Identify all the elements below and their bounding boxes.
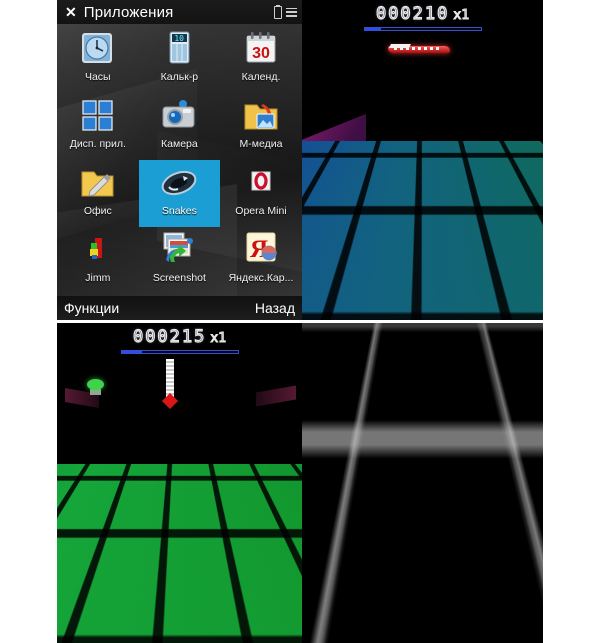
app-item-camera[interactable]: Камера [139, 93, 221, 160]
app-item-calendar[interactable]: 30 Календ. [220, 26, 302, 93]
app-item-snakes[interactable]: Snakes [138, 160, 221, 227]
total-score-block: Общий счет 000160 000160 [302, 323, 543, 643]
app-label: Яндекс.Кар... [228, 272, 294, 284]
gameplay-panel-blue: 000210 x1 [302, 0, 543, 320]
battery-icon [274, 4, 282, 19]
softkey-back[interactable]: Назад [255, 300, 295, 316]
multiplier-value: x1 [210, 330, 227, 346]
app-item-opera-mini[interactable]: Opera Mini [220, 160, 302, 227]
snakes-icon [159, 163, 199, 203]
total-score-label: Общий счет [391, 417, 454, 429]
calculator-icon: 10 [159, 29, 199, 69]
energy-bar-icon[interactable] [241, 622, 295, 636]
office-folder-icon [78, 163, 118, 203]
app-item-screenshot[interactable]: Screenshot [139, 227, 221, 294]
applications-header: ✕ Приложения [57, 0, 302, 24]
clock-button-icon[interactable] [64, 616, 84, 636]
yandex-maps-icon: Я [241, 230, 281, 270]
list-menu-icon[interactable] [286, 7, 297, 17]
opera-icon [241, 163, 281, 203]
close-icon[interactable]: ✕ [65, 5, 77, 19]
softkey-options[interactable]: Функции [64, 300, 119, 316]
player-marker [146, 479, 196, 643]
media-folder-icon [241, 96, 281, 136]
pickup-pod [87, 379, 104, 390]
app-item-calculator[interactable]: 10 Кальк-р [139, 26, 221, 93]
progress-bar [363, 27, 482, 31]
app-item-clock[interactable]: Часы [57, 26, 139, 93]
softkey-bar: Функции Назад [57, 296, 302, 320]
app-row: Jimm Screenshot Я Яндекс.Кар... [57, 227, 302, 294]
page-title: Приложения [83, 3, 174, 21]
multiplier-value: x1 [453, 7, 470, 23]
applications-grid: Часы 10 Кальк-р 30 Календ. Дисп. прил. К… [57, 26, 302, 294]
enemy-ship [388, 44, 450, 56]
app-label: Opera Mini [235, 205, 287, 217]
enemy-column [166, 359, 174, 397]
app-label: Snakes [161, 205, 197, 217]
game-hud: 000215 x1 [57, 326, 302, 354]
clock-icon [78, 29, 118, 69]
player-marker [395, 146, 436, 320]
app-row: Дисп. прил. Камера М-медиа [57, 93, 302, 160]
status-icons [274, 4, 297, 19]
score-value: 000210 [375, 3, 450, 24]
applications-panel: ✕ Приложения Часы 10 Кальк-р 30 Календ. … [57, 0, 302, 320]
app-manager-icon [78, 96, 118, 136]
app-item-app-manager[interactable]: Дисп. прил. [57, 93, 139, 160]
game-over-panel: Общий счет 000160 000160 [302, 323, 543, 643]
screenshot-icon [159, 230, 199, 270]
app-item-jimm[interactable]: Jimm [57, 227, 139, 294]
progress-bar [120, 350, 239, 354]
app-item-multimedia[interactable]: М-медиа [220, 93, 302, 160]
app-item-yandex-maps[interactable]: Я Яндекс.Кар... [220, 227, 302, 294]
svg-text:30: 30 [252, 45, 270, 62]
app-label: Jimm [85, 272, 111, 284]
app-label: Календ. [241, 71, 281, 83]
app-label: Офис [83, 205, 112, 217]
total-score-value-primary: 000160 [368, 446, 477, 476]
energy-bar-icon[interactable] [482, 299, 536, 313]
calendar-icon: 30 [241, 29, 281, 69]
app-label: Часы [84, 71, 111, 83]
jimm-icon [78, 230, 118, 270]
gameplay-panel-green: 000215 x1 [57, 323, 302, 643]
total-score-value-secondary: 000160 [360, 481, 484, 516]
app-label: Кальк-р [160, 71, 199, 83]
score-value: 000215 [132, 326, 207, 347]
app-row: Офис Snakes Opera Mini [57, 160, 302, 227]
app-row: Часы 10 Кальк-р 30 Календ. [57, 26, 302, 93]
clock-button-icon[interactable] [309, 293, 329, 313]
app-item-office[interactable]: Офис [57, 160, 139, 227]
game-hud: 000210 x1 [302, 3, 543, 31]
svg-text:10: 10 [175, 34, 185, 43]
app-label: Камера [161, 138, 198, 150]
app-label: Screenshot [152, 272, 206, 284]
app-label: Дисп. прил. [69, 138, 126, 150]
app-label: М-медиа [239, 138, 283, 150]
camera-icon [159, 96, 199, 136]
